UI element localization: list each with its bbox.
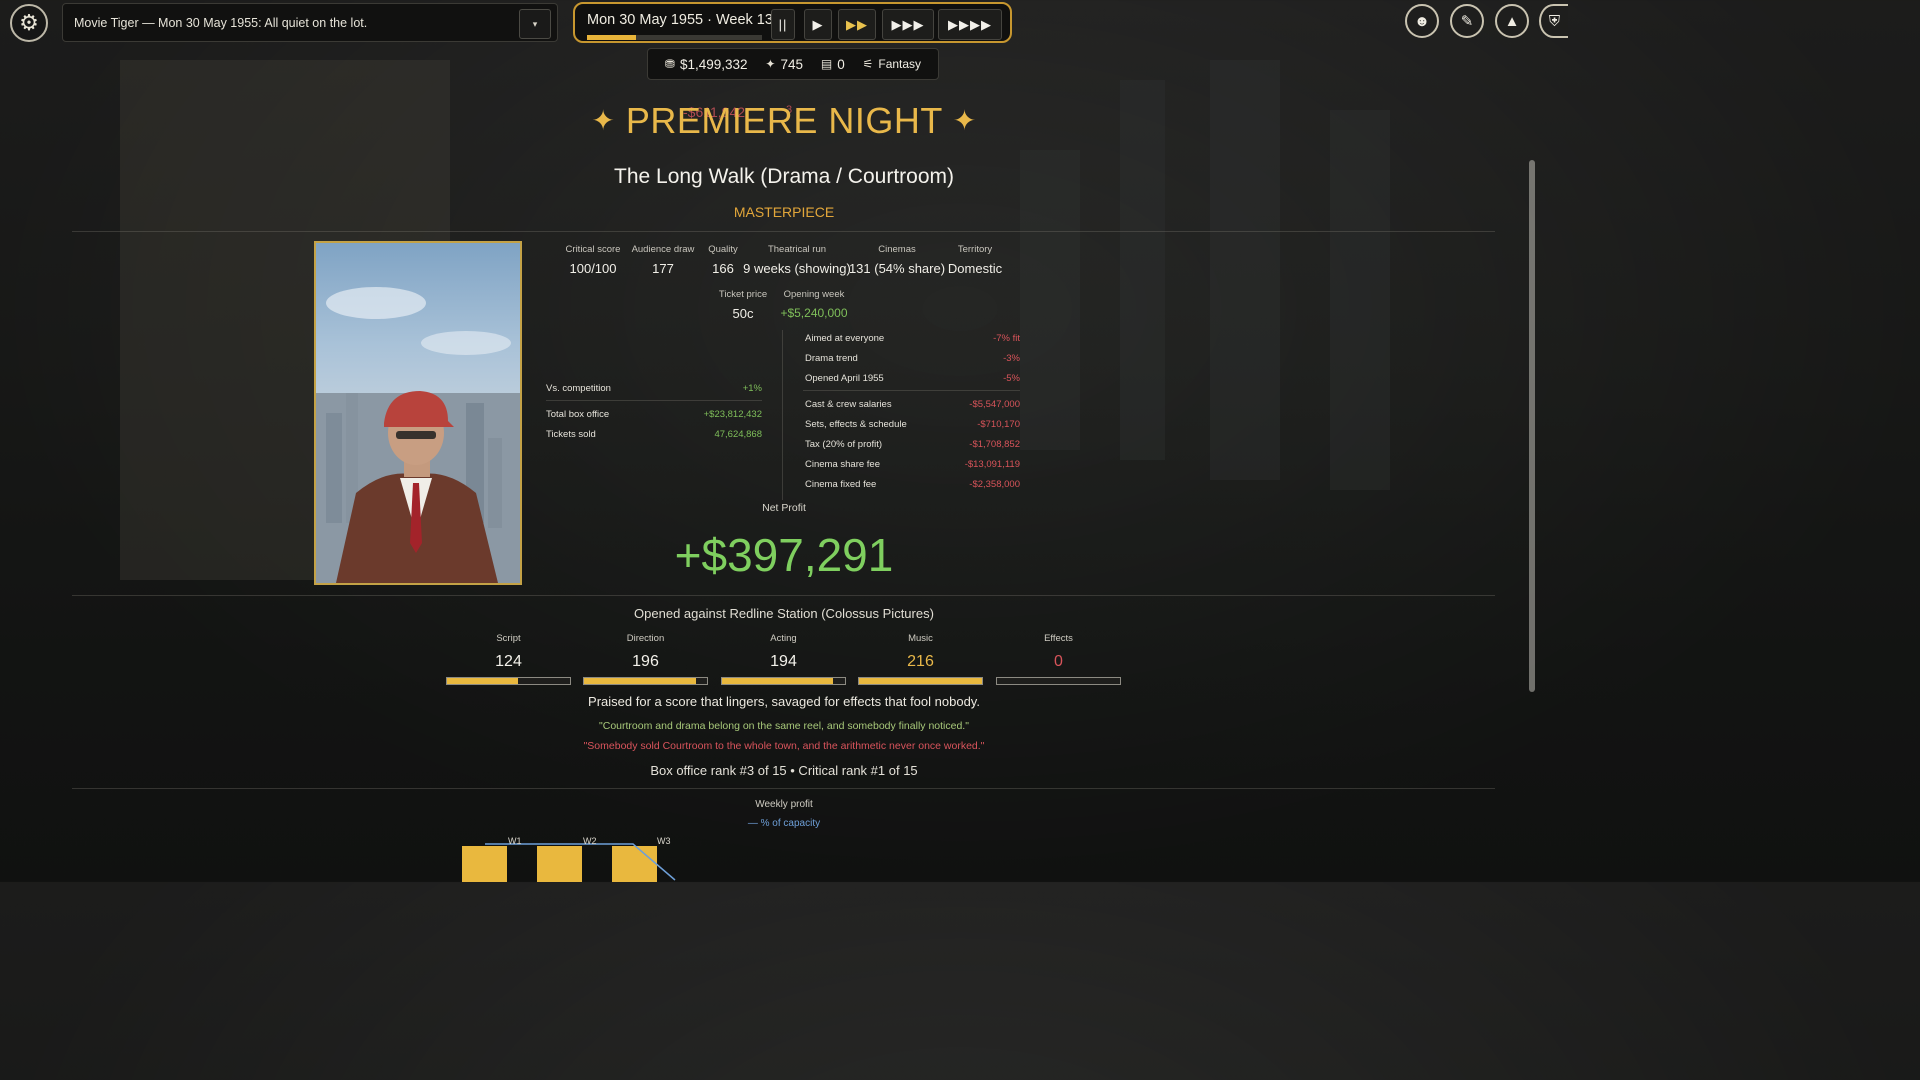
- settings-gear-icon[interactable]: ⚙: [10, 4, 48, 42]
- positive-quote: "Courtroom and drama belong on the same …: [599, 720, 969, 732]
- star-icon: ✦: [765, 57, 776, 71]
- negative-quote: "Somebody sold Courtroom to the whole to…: [583, 740, 985, 752]
- divider: [782, 330, 783, 500]
- genre-stat[interactable]: ⚟ Fantasy: [863, 57, 921, 71]
- mask-icon[interactable]: ☻: [1405, 4, 1439, 38]
- opening-week-label: Opening week: [783, 289, 845, 300]
- cost-row: Cinema fixed fee -$2,358,000: [805, 479, 1020, 490]
- score-label: Acting: [770, 633, 797, 644]
- chart-bar: [612, 846, 657, 882]
- money-stat: ⛃ $1,499,332: [664, 56, 748, 72]
- divider: [72, 231, 1495, 232]
- chart-legend: — % of capacity: [747, 818, 821, 829]
- week-label: W3: [657, 836, 671, 846]
- news-ticker[interactable]: Movie Tiger — Mon 30 May 1955: All quiet…: [62, 3, 558, 42]
- divider: [803, 390, 1020, 391]
- play-button[interactable]: ▶: [804, 9, 832, 40]
- page-title: ✦ PREMIERE NIGHT ✦: [591, 100, 977, 141]
- fast-forward-button[interactable]: ▶▶: [838, 9, 876, 40]
- ticket-price-label: Ticket price: [718, 289, 768, 300]
- metric-label: Territory: [957, 244, 993, 255]
- divider: [546, 400, 762, 401]
- shield-icon[interactable]: ⛨: [1539, 4, 1568, 38]
- score-label: Music: [908, 633, 933, 644]
- quality-tier: MASTERPIECE: [733, 204, 835, 220]
- score-bar: [996, 677, 1121, 685]
- sparkle-icon: ✦: [952, 105, 977, 136]
- net-profit-label: Net Profit: [762, 502, 806, 514]
- time-controls: Mon 30 May 1955 · Week 1326 || ▶ ▶▶ ▶▶▶ …: [573, 2, 1012, 43]
- score-value: 194: [770, 653, 797, 670]
- divider: [72, 788, 1495, 789]
- fastest-button[interactable]: ▶▶▶▶: [938, 9, 1002, 40]
- score-value: 196: [632, 653, 659, 670]
- ticket-price-value: 50c: [732, 306, 754, 321]
- studio-stats: ⛃ $1,499,332 ✦ 745 ▤ 0 ⚟ Fantasy: [647, 48, 939, 80]
- score-value: 0: [1054, 653, 1063, 670]
- opened-against: Opened against Redline Station (Colossus…: [634, 606, 934, 621]
- weekly-profit-chart: W1 W2 W3: [462, 836, 676, 882]
- sparkle-icon: ✦: [591, 105, 616, 136]
- chart-bar: [462, 846, 507, 882]
- modifier-row: Drama trend -3%: [805, 353, 1020, 364]
- critic-summary: Praised for a score that lingers, savage…: [588, 694, 980, 709]
- week-label: W1: [508, 836, 522, 846]
- opening-week-value: +$5,240,000: [780, 306, 848, 320]
- total-box-office-row: Total box office +$23,812,432: [546, 409, 762, 420]
- score-label: Direction: [626, 633, 665, 644]
- divider: [72, 595, 1495, 596]
- cost-row: Tax (20% of profit) -$1,708,852: [805, 439, 1020, 450]
- faster-button[interactable]: ▶▶▶: [882, 9, 934, 40]
- metric-value: Domestic: [947, 261, 1003, 276]
- pause-button[interactable]: ||: [771, 9, 795, 40]
- modifier-row: Opened April 1955 -5%: [805, 373, 1020, 384]
- cost-row: Cinema share fee -$13,091,119: [805, 459, 1020, 470]
- current-date: Mon 30 May 1955 · Week 1326: [587, 12, 790, 28]
- net-profit-value: +$397,291: [674, 529, 894, 581]
- chevron-down-icon[interactable]: ▾: [519, 9, 551, 39]
- cost-row: Sets, effects & schedule -$710,170: [805, 419, 1020, 430]
- week-progress-bar: [587, 35, 762, 40]
- score-bar: [583, 677, 708, 685]
- award-icon[interactable]: ▲: [1495, 4, 1529, 38]
- scrollbar[interactable]: [1529, 160, 1535, 692]
- reel-icon[interactable]: ✎: [1450, 4, 1484, 38]
- score-value: 124: [495, 653, 522, 670]
- score-bar: [858, 677, 983, 685]
- movie-title: The Long Walk (Drama / Courtroom): [614, 165, 954, 188]
- score-value: 216: [907, 653, 934, 670]
- score-bar: [446, 677, 571, 685]
- vs-competition-row: Vs. competition +1%: [546, 383, 762, 394]
- chart-title: Weekly profit: [755, 799, 813, 810]
- chart-bar: [537, 846, 582, 882]
- film-icon: ▤: [820, 57, 833, 71]
- modifier-row: Aimed at everyone -7% fit: [805, 333, 1020, 344]
- films-stat: ▤ 0: [820, 56, 845, 72]
- score-label: Effects: [1044, 633, 1073, 644]
- score-bar: [721, 677, 846, 685]
- news-text: Movie Tiger — Mon 30 May 1955: All quiet…: [74, 16, 368, 30]
- rankings: Box office rank #3 of 15 • Critical rank…: [650, 763, 918, 778]
- cost-row: Cast & crew salaries -$5,547,000: [805, 399, 1020, 410]
- tickets-sold-row: Tickets sold 47,624,868: [546, 429, 762, 440]
- money-bag-icon: ⛃: [664, 57, 675, 71]
- score-label: Script: [496, 633, 521, 644]
- week-label: W2: [583, 836, 597, 846]
- wand-icon: ⚟: [862, 57, 874, 71]
- fans-stat: ✦ 745: [765, 56, 804, 72]
- background-tower: [1020, 150, 1080, 450]
